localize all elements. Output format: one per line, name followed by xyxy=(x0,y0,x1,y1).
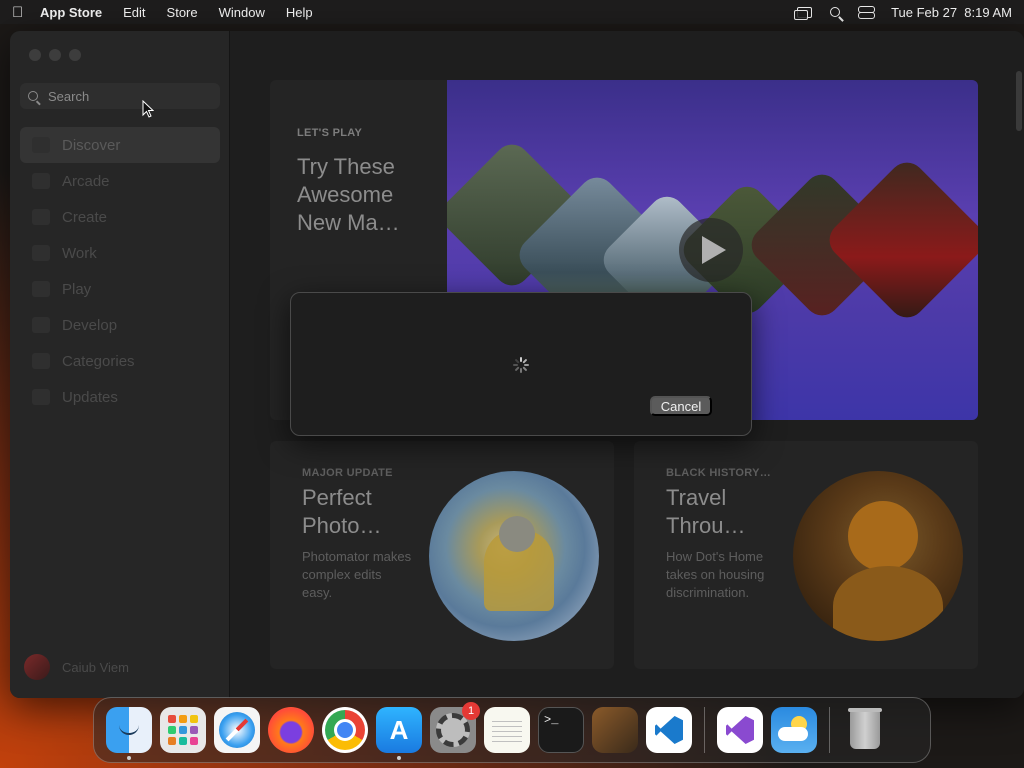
window-controls xyxy=(29,49,81,61)
app-store-icon[interactable]: A xyxy=(376,707,422,760)
menu-app-name[interactable]: App Store xyxy=(40,5,102,20)
guitar-instrument-icon[interactable] xyxy=(592,707,638,753)
spotlight-search-icon[interactable] xyxy=(830,7,841,17)
cancel-button[interactable]: Cancel xyxy=(650,396,712,416)
hammer-icon xyxy=(32,317,50,333)
avatar xyxy=(24,654,50,680)
hero-text: LET'S PLAY Try These Awesome New Ma… xyxy=(297,127,437,237)
system-settings-icon[interactable]: 1 xyxy=(430,702,480,753)
dock: A 1 >_ xyxy=(93,697,931,763)
dock-separator xyxy=(704,707,705,753)
artwork-tile xyxy=(822,155,978,325)
minimize-window-button[interactable] xyxy=(49,49,61,61)
sidebar-item-categories[interactable]: Categories xyxy=(20,343,220,379)
story-card-black-history[interactable]: BLACK HISTORY… Travel Throu… How Dot's H… xyxy=(634,441,978,669)
brush-icon xyxy=(32,209,50,225)
sidebar-item-develop[interactable]: Develop xyxy=(20,307,220,343)
dock-separator xyxy=(829,707,830,753)
card-description: Photomator makes complex edits easy. xyxy=(302,549,412,600)
sidebar-item-label: Create xyxy=(62,208,108,226)
joystick-icon xyxy=(32,173,50,189)
apple-icon[interactable]:  xyxy=(12,4,40,21)
visual-studio-icon[interactable] xyxy=(717,707,763,753)
firefox-icon[interactable] xyxy=(268,707,314,753)
card-eyebrow: BLACK HISTORY… xyxy=(666,467,772,479)
weather-icon[interactable] xyxy=(771,707,817,753)
chrome-icon[interactable] xyxy=(322,707,368,753)
textedit-icon[interactable] xyxy=(484,707,530,753)
user-name: Caiub Viem xyxy=(62,659,129,675)
card-title: Perfect Photo… xyxy=(302,485,382,538)
paperplane-icon xyxy=(32,245,50,261)
scrollbar[interactable] xyxy=(1016,71,1022,131)
loading-dialog: Cancel xyxy=(290,292,752,436)
launchpad-icon[interactable] xyxy=(160,707,206,753)
story-card-photomator[interactable]: MAJOR UPDATE Perfect Photo… Photomator m… xyxy=(270,441,614,669)
running-indicator xyxy=(127,756,131,760)
trash-icon[interactable] xyxy=(842,707,888,753)
sidebar-item-updates[interactable]: Updates xyxy=(20,379,220,415)
sidebar: Discover Arcade Create Work Play Develop… xyxy=(10,31,230,698)
safari-icon[interactable] xyxy=(214,707,260,753)
rocket-icon xyxy=(32,281,50,297)
sidebar-item-label: Arcade xyxy=(62,172,110,190)
running-indicator xyxy=(397,756,401,760)
card-artwork xyxy=(793,471,963,641)
grid-icon xyxy=(32,353,50,369)
close-window-button[interactable] xyxy=(29,49,41,61)
sidebar-item-label: Discover xyxy=(62,136,121,154)
terminal-icon[interactable]: >_ xyxy=(538,707,584,753)
sidebar-item-label: Updates xyxy=(62,388,118,406)
mouse-cursor-icon xyxy=(142,100,154,118)
account-button[interactable]: Caiub Viem xyxy=(24,654,129,680)
sidebar-item-label: Categories xyxy=(62,352,135,370)
card-description: How Dot's Home takes on housing discrimi… xyxy=(666,549,765,600)
menu-store[interactable]: Store xyxy=(167,5,198,20)
search-field[interactable] xyxy=(20,83,220,109)
notification-badge: 1 xyxy=(462,702,480,720)
control-center-icon[interactable] xyxy=(858,5,876,19)
sidebar-item-arcade[interactable]: Arcade xyxy=(20,163,220,199)
sidebar-item-label: Work xyxy=(62,244,97,262)
hero-eyebrow: LET'S PLAY xyxy=(297,127,363,139)
vscode-icon[interactable] xyxy=(646,707,692,753)
sidebar-item-create[interactable]: Create xyxy=(20,199,220,235)
search-input[interactable] xyxy=(48,88,198,104)
search-icon xyxy=(28,91,38,101)
sidebar-item-label: Develop xyxy=(62,316,118,334)
menu-edit[interactable]: Edit xyxy=(123,5,145,20)
hero-title: Try These Awesome New Ma… xyxy=(297,154,400,235)
sidebar-nav: Discover Arcade Create Work Play Develop… xyxy=(20,127,220,415)
card-artwork xyxy=(429,471,599,641)
sidebar-item-play[interactable]: Play xyxy=(20,271,220,307)
sidebar-item-work[interactable]: Work xyxy=(20,235,220,271)
zoom-window-button[interactable] xyxy=(69,49,81,61)
menu-help[interactable]: Help xyxy=(286,5,313,20)
download-icon xyxy=(32,389,50,405)
menu-bar:  App Store Edit Store Window Help Tue F… xyxy=(0,0,1024,24)
star-icon xyxy=(32,137,50,153)
sidebar-item-label: Play xyxy=(62,280,92,298)
play-video-button[interactable] xyxy=(679,218,743,282)
loading-spinner-icon xyxy=(513,357,529,373)
sidebar-item-discover[interactable]: Discover xyxy=(20,127,220,163)
menubar-clock[interactable]: Tue Feb 27 8:19 AM xyxy=(891,5,1012,20)
card-eyebrow: MAJOR UPDATE xyxy=(302,467,393,479)
card-title: Travel Throu… xyxy=(666,485,746,538)
finder-icon[interactable] xyxy=(106,707,152,760)
screen-mirroring-icon[interactable] xyxy=(794,6,813,20)
menu-window[interactable]: Window xyxy=(219,5,265,20)
